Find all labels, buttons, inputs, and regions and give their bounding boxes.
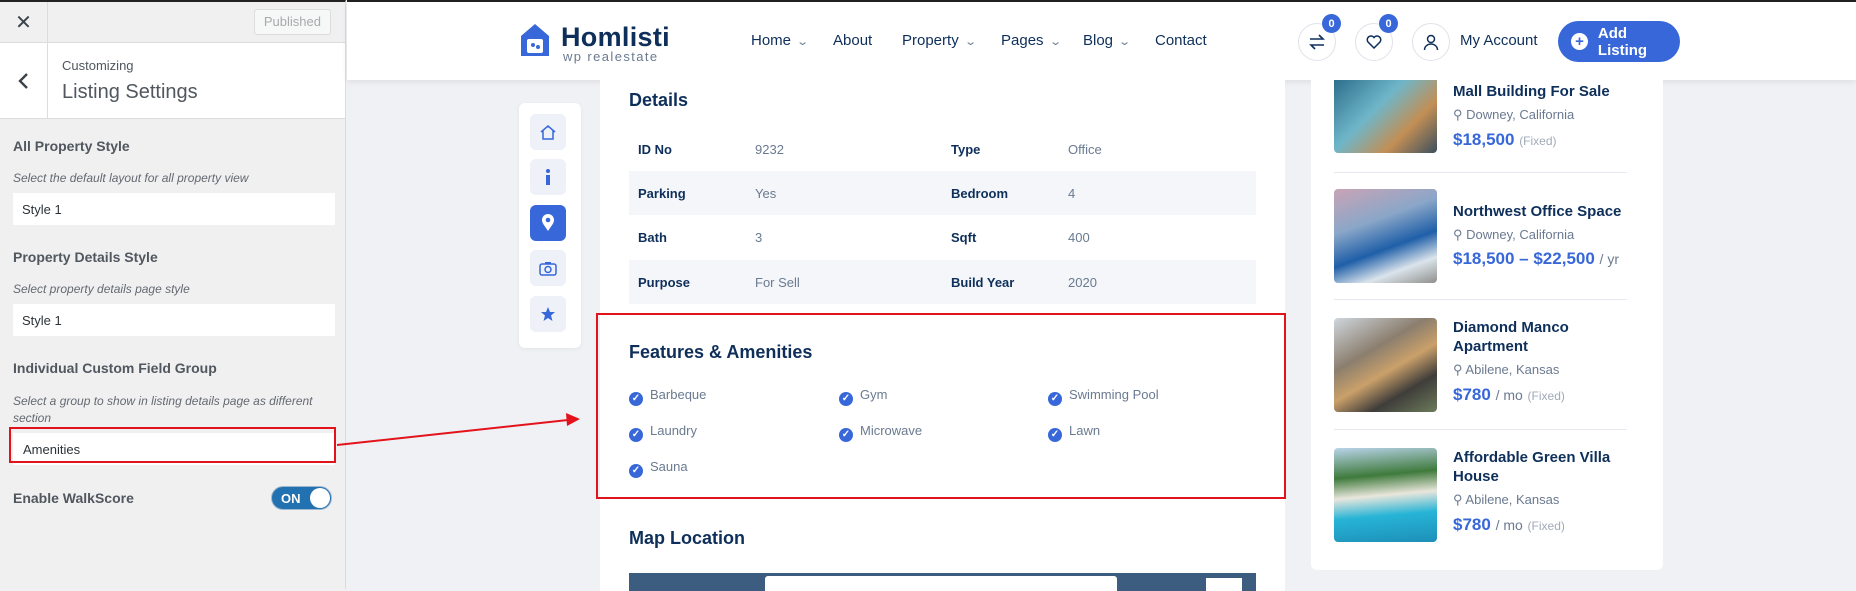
annotation-arrow	[336, 413, 580, 446]
